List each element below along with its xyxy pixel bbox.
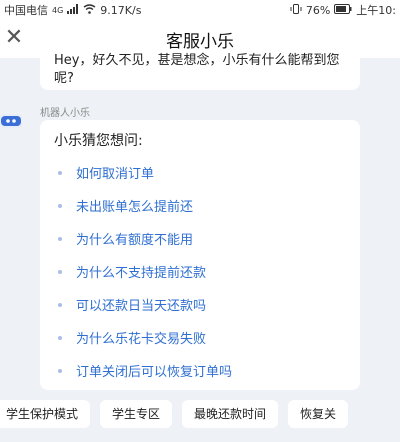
- vibrate-icon: [290, 3, 302, 17]
- network-speed: 9.17K/s: [100, 3, 142, 17]
- quick-reply-bar: 学生保护模式 学生专区 最晚还款时间 恢复关: [0, 400, 400, 430]
- bullet-icon: [58, 335, 62, 340]
- quick-reply-chip[interactable]: 最晚还款时间: [182, 400, 279, 428]
- suggested-question[interactable]: 未出账单怎么提前还: [54, 189, 346, 222]
- page-title: 客服小乐: [166, 31, 234, 52]
- bullet-icon: [58, 170, 62, 175]
- wifi-icon: [83, 3, 96, 17]
- question-text: 为什么乐花卡交易失败: [76, 332, 207, 347]
- suggestion-list: 如何取消订单 未出账单怎么提前还 为什么有额度不能用 为什么不支持提前还款 可以…: [54, 156, 346, 387]
- suggested-question[interactable]: 为什么有额度不能用: [54, 222, 346, 255]
- clock: 上午10:: [356, 4, 396, 17]
- carrier-label: 中国电信: [4, 4, 48, 17]
- bullet-icon: [58, 368, 62, 373]
- suggestion-title: 小乐猜您想问:: [54, 133, 143, 149]
- status-bar: 中国电信 4G 9.17K/s 76% 上午10:: [0, 0, 400, 20]
- question-text: 为什么不支持提前还款: [76, 266, 207, 281]
- quick-reply-chip[interactable]: 学生保护模式: [0, 400, 91, 428]
- network-label: 4G: [52, 5, 64, 15]
- bullet-icon: [58, 302, 62, 307]
- suggested-question[interactable]: 如何取消订单: [54, 156, 346, 189]
- quick-reply-chip[interactable]: 恢复关: [288, 400, 349, 428]
- quick-reply-chip[interactable]: 学生专区: [100, 400, 173, 428]
- greeting-message: Hey，好久不见，甚是想念，小乐有什么能帮到您呢?: [40, 50, 360, 90]
- bot-avatar: [0, 114, 22, 128]
- question-text: 可以还款日当天还款吗: [76, 299, 207, 314]
- suggested-question[interactable]: 可以还款日当天还款吗: [54, 288, 346, 321]
- question-text: 如何取消订单: [76, 167, 155, 182]
- bullet-icon: [58, 269, 62, 274]
- question-text: 订单关闭后可以恢复订单吗: [76, 365, 233, 380]
- bullet-icon: [58, 236, 62, 241]
- battery-icon: [334, 3, 352, 17]
- sender-label: 机器人小乐: [40, 108, 90, 119]
- greeting-text: Hey，好久不见，甚是想念，小乐有什么能帮到您呢?: [54, 53, 340, 86]
- bullet-icon: [58, 203, 62, 208]
- question-text: 未出账单怎么提前还: [76, 200, 194, 215]
- question-text: 为什么有额度不能用: [76, 233, 194, 248]
- signal-icon: [67, 3, 79, 17]
- battery-percent: 76%: [305, 3, 331, 17]
- suggestion-card: 小乐猜您想问: 如何取消订单 未出账单怎么提前还 为什么有额度不能用 为什么不支…: [40, 120, 360, 390]
- suggested-question[interactable]: 为什么不支持提前还款: [54, 255, 346, 288]
- close-icon[interactable]: ✕: [2, 26, 26, 50]
- suggested-question[interactable]: 订单关闭后可以恢复订单吗: [54, 354, 346, 387]
- suggested-question[interactable]: 为什么乐花卡交易失败: [54, 321, 346, 354]
